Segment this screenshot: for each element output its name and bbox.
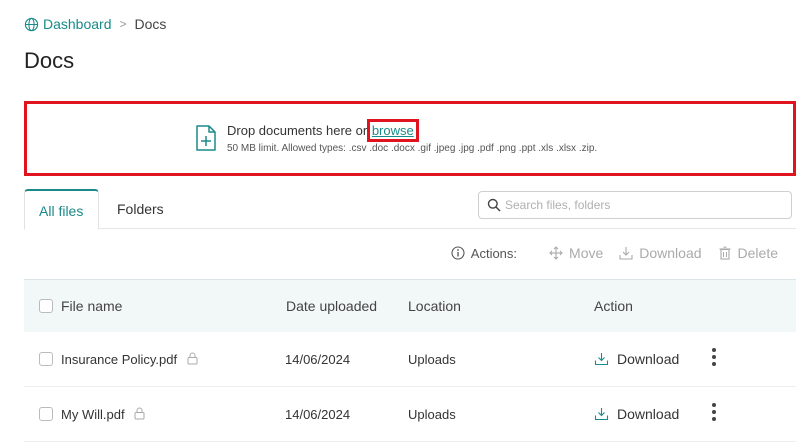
info-icon xyxy=(451,246,465,260)
row-more-menu-icon[interactable] xyxy=(708,348,720,370)
header-location[interactable]: Location xyxy=(408,298,461,314)
row-download-button[interactable]: Download xyxy=(594,406,679,422)
actions-label: Actions: xyxy=(470,245,518,261)
row-more-menu-icon[interactable] xyxy=(708,403,720,425)
move-icon xyxy=(549,246,563,260)
delete-label: Delete xyxy=(737,245,778,261)
browse-link[interactable]: browse xyxy=(366,119,419,142)
download-icon xyxy=(594,353,609,366)
tab-all-files[interactable]: All files xyxy=(24,189,99,230)
file-name[interactable]: Insurance Policy.pdf xyxy=(61,352,177,367)
actions-toolbar: Actions: Move Download Delete xyxy=(451,245,778,261)
search-box xyxy=(478,191,792,219)
header-action: Action xyxy=(594,298,633,314)
row-checkbox[interactable] xyxy=(39,407,53,421)
download-icon xyxy=(594,408,609,421)
breadcrumb-current: Docs xyxy=(134,16,167,32)
file-name-cell[interactable]: Insurance Policy.pdf xyxy=(61,352,198,367)
dropzone-limits: 50 MB limit. Allowed types: .csv .doc .d… xyxy=(227,143,598,154)
file-add-icon xyxy=(196,125,216,151)
breadcrumb-separator: > xyxy=(119,17,127,31)
breadcrumb-dashboard-link[interactable]: Dashboard xyxy=(43,16,112,32)
trash-icon xyxy=(719,246,731,260)
upload-dropzone[interactable]: Drop documents here or browse 50 MB limi… xyxy=(24,101,796,176)
page-title: Docs xyxy=(24,48,75,73)
table-row: Insurance Policy.pdf 14/06/2024 Uploads … xyxy=(24,332,796,387)
location-cell: Uploads xyxy=(408,352,456,367)
move-button[interactable]: Move xyxy=(549,245,603,261)
select-all-checkbox[interactable] xyxy=(39,299,53,313)
header-date-uploaded[interactable]: Date uploaded xyxy=(286,298,377,314)
tab-folders[interactable]: Folders xyxy=(103,189,178,229)
header-file-name[interactable]: File name xyxy=(61,298,122,314)
row-checkbox[interactable] xyxy=(39,352,53,366)
download-icon xyxy=(619,247,633,260)
move-label: Move xyxy=(569,245,604,261)
bulk-download-button[interactable]: Download xyxy=(619,245,702,261)
file-name[interactable]: My Will.pdf xyxy=(61,407,125,422)
date-cell: 14/06/2024 xyxy=(285,352,351,367)
search-icon xyxy=(487,198,501,212)
search-input[interactable] xyxy=(505,195,785,215)
table-header: File name Date uploaded Location Action xyxy=(24,279,796,332)
breadcrumb: Dashboard > Docs xyxy=(24,16,166,32)
location-cell: Uploads xyxy=(408,407,456,422)
table-row: My Will.pdf 14/06/2024 Uploads Download xyxy=(24,387,796,442)
row-download-label: Download xyxy=(617,406,680,422)
dropzone-text: Drop documents here or xyxy=(227,123,368,138)
globe-icon xyxy=(24,17,39,31)
delete-button[interactable]: Delete xyxy=(718,245,778,261)
date-cell: 14/06/2024 xyxy=(285,407,351,422)
file-name-cell[interactable]: My Will.pdf xyxy=(61,407,145,422)
download-label: Download xyxy=(639,245,702,261)
lock-icon xyxy=(134,407,145,420)
dropzone-instructions: Drop documents here or browse xyxy=(227,119,419,142)
lock-icon xyxy=(187,352,198,365)
row-download-label: Download xyxy=(617,351,680,367)
row-download-button[interactable]: Download xyxy=(594,351,679,367)
